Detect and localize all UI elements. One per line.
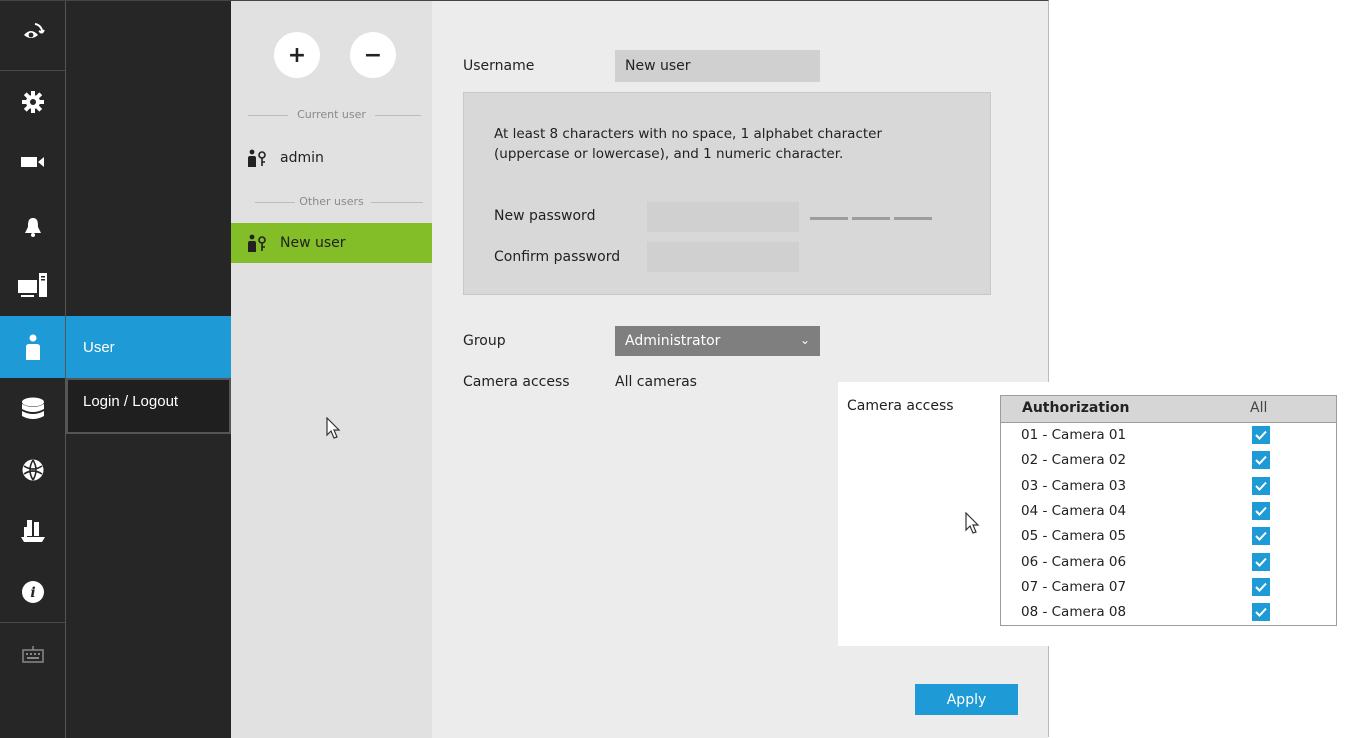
camera-authorization-checkbox[interactable] — [1252, 501, 1270, 520]
popup-camera-access-label: Camera access — [847, 398, 954, 414]
username-input[interactable]: New user — [615, 50, 820, 82]
user-icon — [25, 334, 41, 360]
checkmark-icon — [1255, 481, 1267, 491]
password-hint: At least 8 characters with no space, 1 a… — [494, 126, 883, 162]
camera-row: 02 - Camera 02 — [1001, 448, 1336, 473]
eye-refresh-icon — [21, 21, 45, 43]
bell-icon — [24, 217, 42, 237]
camera-row: 07 - Camera 07 — [1001, 575, 1336, 600]
remove-user-button[interactable]: − — [350, 32, 396, 78]
confirm-password-label: Confirm password — [494, 249, 621, 265]
keyboard-nav[interactable] — [0, 623, 65, 685]
camera-authorization-checkbox[interactable] — [1252, 527, 1270, 546]
add-user-button[interactable]: + — [274, 32, 320, 78]
camera-row: 06 - Camera 06 — [1001, 550, 1336, 575]
new-password-label: New password — [494, 208, 596, 224]
user-list-panel: + − Current user admin Other users New u… — [231, 1, 432, 738]
checkmark-icon — [1255, 506, 1267, 516]
live-view-nav[interactable] — [0, 1, 65, 63]
camera-row: 03 - Camera 03 — [1001, 474, 1336, 499]
user-row-new-user[interactable]: New user — [231, 223, 432, 263]
camera-access-label: Camera access — [463, 374, 570, 390]
user-key-icon — [248, 149, 266, 167]
camera-authorization-checkbox[interactable] — [1252, 426, 1270, 444]
user-submenu: User Login / Logout — [66, 1, 231, 738]
info-nav[interactable]: i — [0, 561, 65, 623]
table-header: Authorization All — [1001, 396, 1336, 423]
mouse-cursor-icon — [965, 512, 980, 534]
keyboard-icon — [21, 645, 44, 663]
camera-name: 05 - Camera 05 — [1021, 528, 1127, 545]
group-select[interactable]: Administrator ⌄ — [615, 326, 820, 356]
tools-icon — [20, 519, 46, 543]
camera-authorization-checkbox[interactable] — [1252, 451, 1270, 470]
camera-name: 06 - Camera 06 — [1021, 553, 1127, 570]
checkmark-icon — [1255, 607, 1267, 618]
database-icon — [21, 397, 45, 421]
camera-name: 08 - Camera 08 — [1021, 604, 1127, 621]
checkmark-icon — [1255, 532, 1267, 542]
user-nav[interactable] — [0, 316, 65, 378]
group-label: Group — [463, 333, 506, 349]
camera-name: 04 - Camera 04 — [1021, 502, 1127, 519]
info-icon: i — [21, 580, 45, 604]
camera-access-value[interactable]: All cameras — [615, 374, 697, 390]
system-nav[interactable] — [0, 255, 65, 317]
camera-authorization-checkbox[interactable] — [1252, 552, 1270, 571]
username-label: Username — [463, 58, 535, 74]
checkmark-icon — [1255, 582, 1267, 592]
camera-authorization-checkbox[interactable] — [1252, 603, 1270, 622]
user-key-icon — [248, 234, 266, 252]
minus-icon: − — [363, 42, 383, 68]
monitor-tower-icon — [17, 273, 48, 299]
other-users-header: Other users — [231, 195, 432, 209]
submenu-item-user[interactable]: User — [66, 316, 231, 378]
camera-name: 03 - Camera 03 — [1021, 477, 1127, 494]
video-camera-icon — [20, 155, 45, 169]
camera-name: 07 - Camera 07 — [1021, 578, 1127, 595]
camera-authorization-checkbox[interactable] — [1252, 577, 1270, 596]
password-strength-bar-1 — [810, 217, 848, 220]
password-strength-bar-3 — [894, 217, 932, 220]
password-strength-bar-2 — [852, 217, 890, 220]
camera-row: 04 - Camera 04 — [1001, 499, 1336, 524]
globe-network-icon — [21, 458, 45, 482]
password-section: At least 8 characters with no space, 1 a… — [463, 92, 991, 295]
camera-row: 01 - Camera 01 — [1001, 423, 1336, 448]
camera-row: 08 - Camera 08 — [1001, 600, 1336, 625]
alarm-nav[interactable] — [0, 196, 65, 258]
checkmark-icon — [1255, 557, 1267, 567]
user-name: admin — [280, 150, 324, 166]
chevron-down-icon: ⌄ — [799, 333, 810, 347]
all-column-header[interactable]: All — [1250, 400, 1267, 416]
apply-button[interactable]: Apply — [915, 684, 1018, 715]
confirm-password-input[interactable] — [647, 242, 799, 272]
settings-nav[interactable] — [0, 71, 65, 133]
new-password-input[interactable] — [647, 202, 799, 232]
current-user-header: Current user — [231, 108, 432, 122]
camera-nav[interactable] — [0, 131, 65, 193]
camera-name: 02 - Camera 02 — [1021, 452, 1127, 469]
camera-row: 05 - Camera 05 — [1001, 524, 1336, 549]
camera-access-popup: Camera access Authorization All 01 - Cam… — [838, 382, 1356, 646]
camera-name: 01 - Camera 01 — [1021, 427, 1127, 443]
maintenance-nav[interactable] — [0, 500, 65, 562]
camera-authorization-checkbox[interactable] — [1252, 476, 1270, 495]
user-row-admin[interactable]: admin — [231, 138, 432, 178]
storage-nav[interactable] — [0, 378, 65, 440]
main-nav-rail: i — [0, 1, 66, 738]
plus-icon: + — [287, 42, 307, 68]
authorization-column-header: Authorization — [1022, 400, 1130, 416]
checkmark-icon — [1255, 430, 1267, 440]
mouse-cursor-icon — [326, 417, 341, 439]
gear-icon — [21, 91, 44, 113]
checkmark-icon — [1255, 456, 1267, 466]
svg-text:i: i — [30, 585, 35, 601]
camera-access-table: Authorization All 01 - Camera 01 02 - Cam… — [1000, 395, 1337, 626]
network-nav[interactable] — [0, 439, 65, 501]
submenu-item-login-logout[interactable]: Login / Logout — [66, 378, 231, 434]
user-name: New user — [280, 235, 346, 251]
